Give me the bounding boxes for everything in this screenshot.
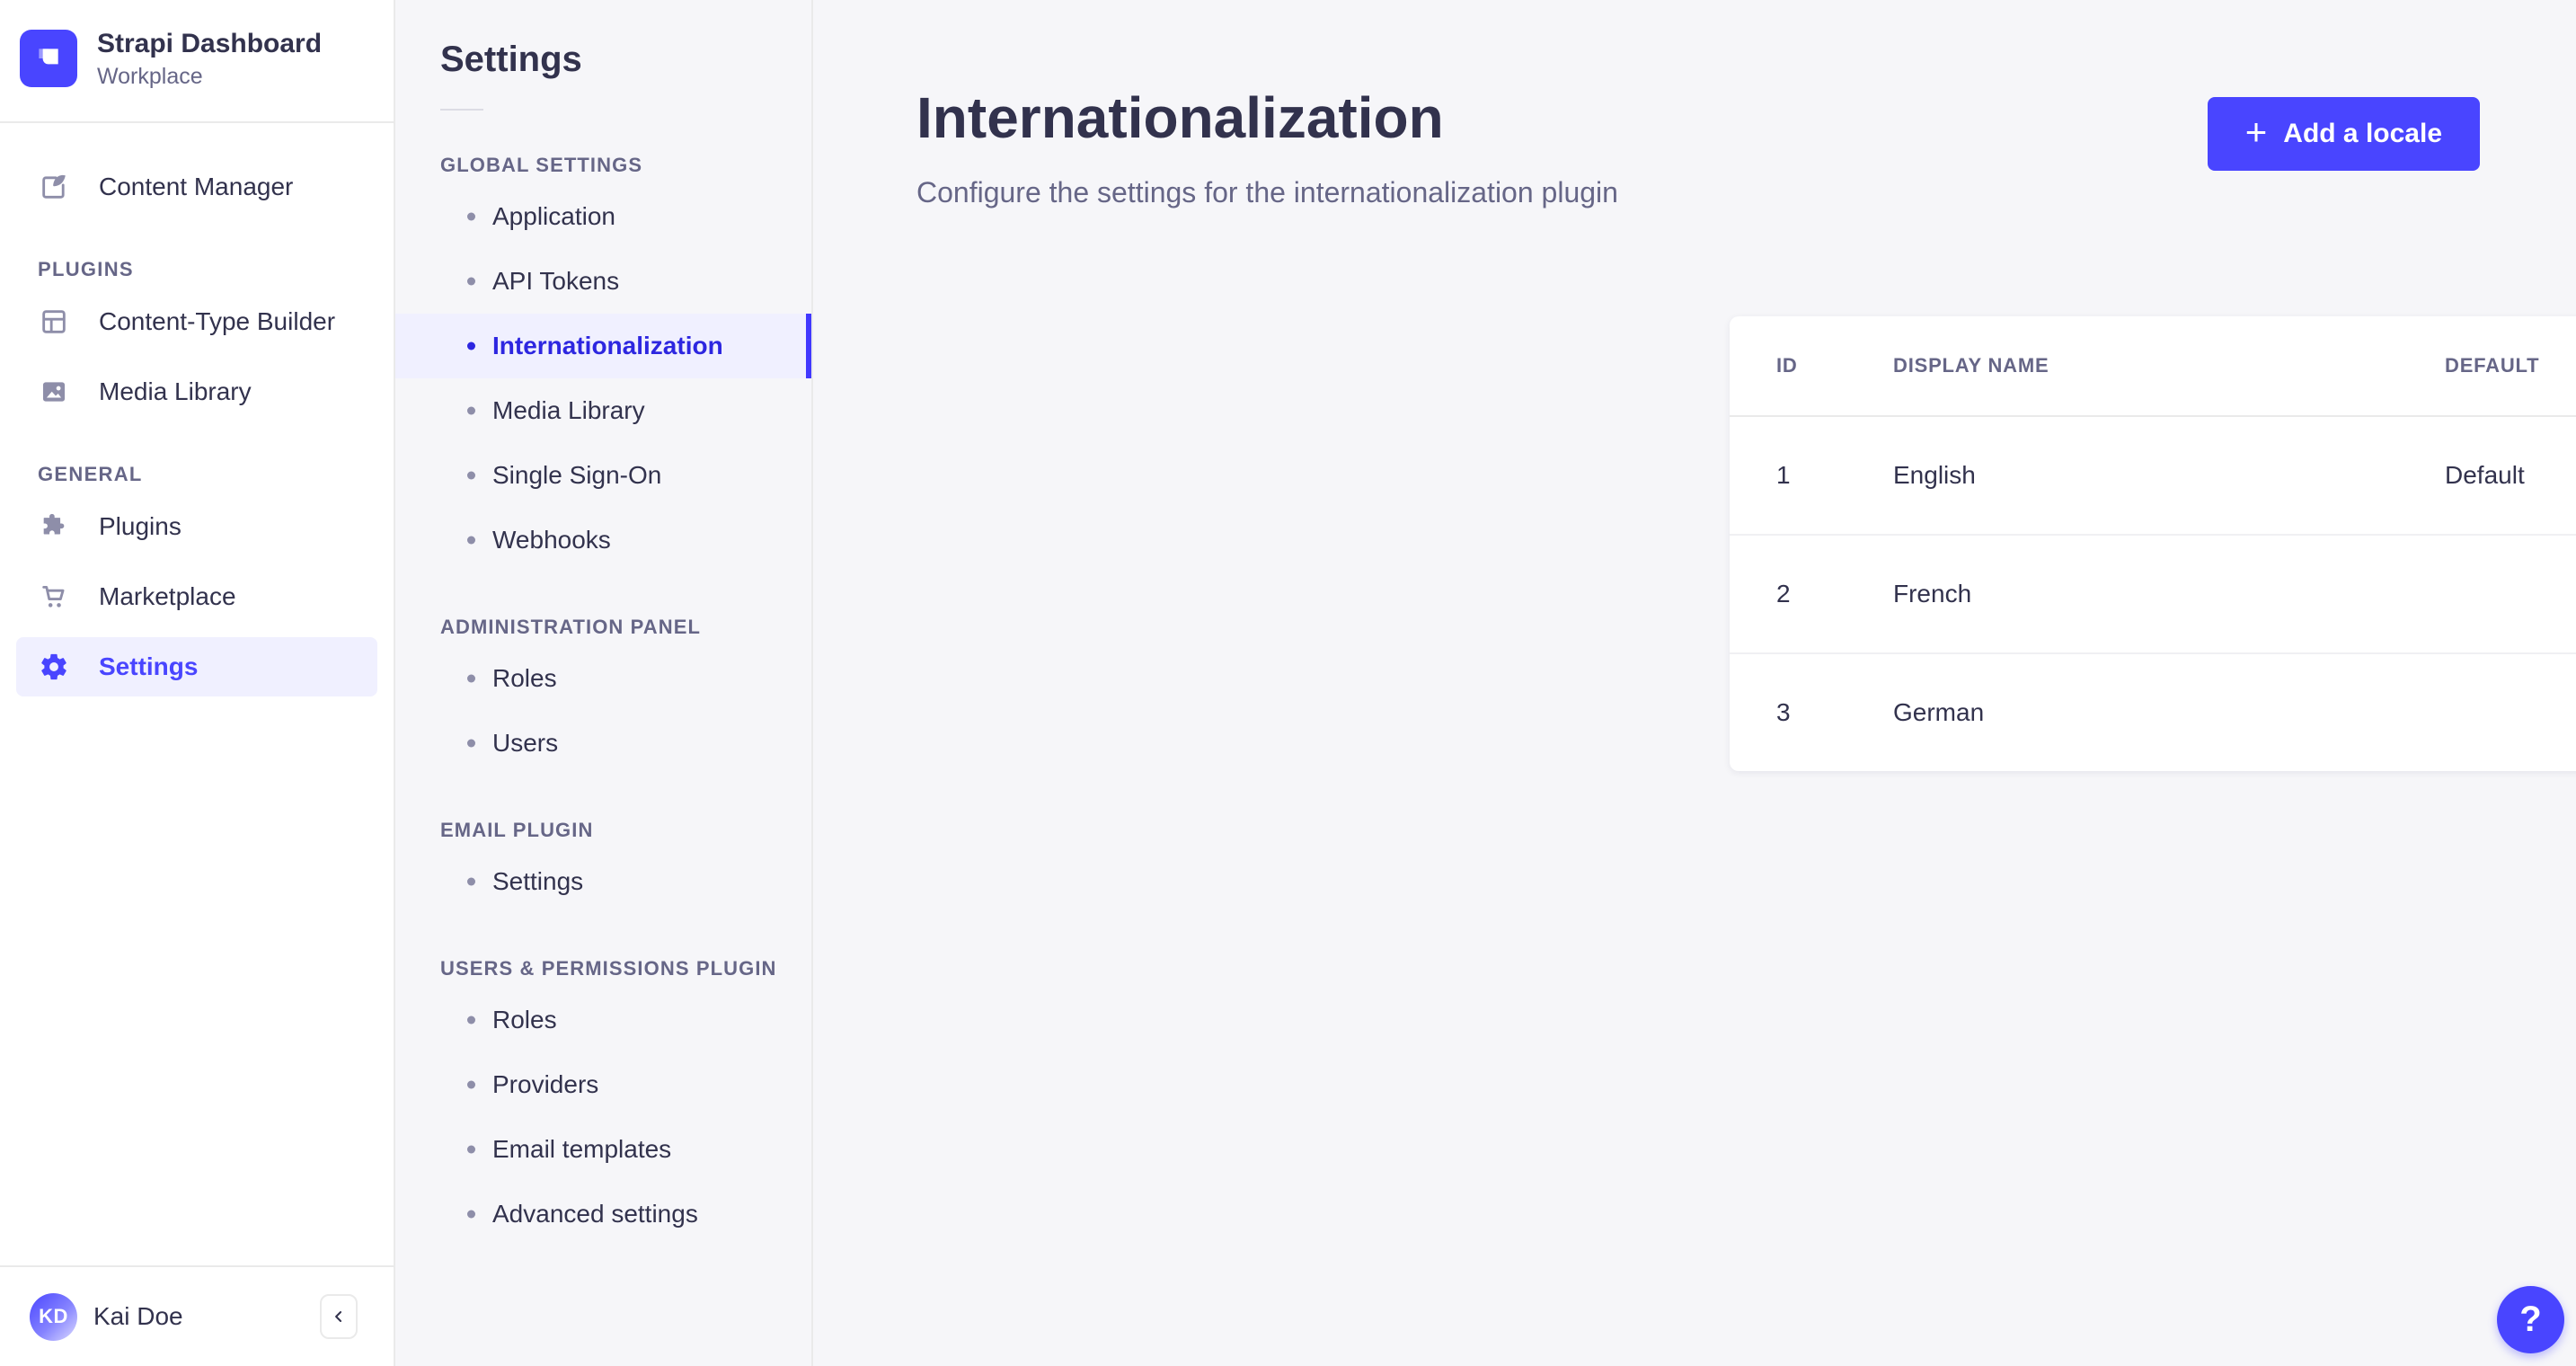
subnav-item-webhooks[interactable]: Webhooks xyxy=(395,508,811,572)
help-button[interactable]: ? xyxy=(2497,1286,2564,1353)
strapi-logo-icon xyxy=(20,30,77,88)
sidebar-item-label: Content-Type Builder xyxy=(99,306,336,335)
add-locale-button-label: Add a locale xyxy=(2283,119,2442,148)
sidebar-item-content-manager[interactable]: Content Manager xyxy=(16,157,377,217)
sidebar-item-label: Marketplace xyxy=(99,581,236,610)
workspace-switcher[interactable]: Strapi Dashboard Workplace xyxy=(0,0,394,123)
subnav-item-email-settings[interactable]: Settings xyxy=(395,849,811,914)
subnav-item-single-sign-on[interactable]: Single Sign-On xyxy=(395,443,811,508)
table-row[interactable]: 2 French xyxy=(1730,536,2576,654)
brand-workspace: Workplace xyxy=(97,63,203,89)
add-locale-button[interactable]: + Add a locale xyxy=(2207,97,2480,171)
subnav-item-internationalization[interactable]: Internationalization xyxy=(395,314,811,378)
sidebar-section-plugins: PLUGINS xyxy=(38,257,134,280)
cell-id: 3 xyxy=(1776,698,1791,726)
cell-display-name: German xyxy=(1893,698,1985,726)
subnav-item-up-providers[interactable]: Providers xyxy=(395,1052,811,1117)
subnav-item-up-email-templates[interactable]: Email templates xyxy=(395,1117,811,1182)
user-name: Kai Doe xyxy=(93,1302,183,1330)
subnav-item-admin-roles[interactable]: Roles xyxy=(395,646,811,711)
content-manager-icon xyxy=(36,169,72,205)
subnav-item-api-tokens[interactable]: API Tokens xyxy=(395,249,811,314)
subnav-item-application[interactable]: Application xyxy=(395,184,811,249)
subnav-item-up-advanced-settings[interactable]: Advanced settings xyxy=(395,1182,811,1246)
cell-display-name: English xyxy=(1893,461,1976,489)
column-header-default: DEFAULT xyxy=(2445,354,2540,377)
subnav-divider xyxy=(440,109,483,111)
user-row: KD Kai Doe xyxy=(0,1265,394,1366)
sidebar-item-label: Content Manager xyxy=(99,172,294,200)
brand-name: Strapi Dashboard xyxy=(97,29,323,58)
subnav-section-administration-panel: ADMINISTRATION PANEL xyxy=(440,616,702,638)
sidebar-item-plugins[interactable]: Plugins xyxy=(16,497,377,556)
cell-display-name: French xyxy=(1893,580,1972,608)
subnav-title: Settings xyxy=(440,40,582,79)
content-type-builder-icon xyxy=(36,304,72,340)
sidebar-item-label: Media Library xyxy=(99,377,252,405)
sidebar-nav: Content Manager PLUGINS Content-Type Bui… xyxy=(0,123,394,696)
strapi-dashboard: Strapi Dashboard Workplace Content Manag… xyxy=(0,0,2576,1366)
media-library-icon xyxy=(36,374,72,410)
subnav-section-email-plugin: EMAIL PLUGIN xyxy=(440,819,594,841)
sidebar-section-general: GENERAL xyxy=(38,462,143,485)
cell-default: Default xyxy=(2445,461,2525,489)
sidebar-item-settings[interactable]: Settings xyxy=(16,636,377,696)
page-header: Internationalization Configure the setti… xyxy=(813,0,2576,209)
table-row[interactable]: 3 German xyxy=(1730,654,2576,771)
puzzle-icon xyxy=(36,509,72,545)
subnav-item-up-roles[interactable]: Roles xyxy=(395,988,811,1052)
column-header-id: ID xyxy=(1776,354,1798,377)
cell-id: 1 xyxy=(1776,461,1791,489)
page-subtitle: Configure the settings for the internati… xyxy=(916,176,1618,209)
avatar[interactable]: KD xyxy=(30,1292,77,1341)
subnav-item-media-library[interactable]: Media Library xyxy=(395,378,811,443)
sidebar-item-content-type-builder[interactable]: Content-Type Builder xyxy=(16,292,377,351)
brand-text: Strapi Dashboard Workplace xyxy=(97,27,322,91)
plus-icon: + xyxy=(2244,111,2268,153)
collapse-sidebar-button[interactable] xyxy=(320,1294,358,1339)
main-content: Internationalization Configure the setti… xyxy=(813,0,2576,1366)
chevron-left-icon xyxy=(335,1311,342,1322)
subnav-item-admin-users[interactable]: Users xyxy=(395,711,811,776)
table-header-row: ID DISPLAY NAME DEFAULT xyxy=(1730,316,2576,417)
sidebar-item-label: Plugins xyxy=(99,511,181,540)
subnav-section-global-settings: GLOBAL SETTINGS xyxy=(440,154,643,176)
sidebar-item-media-library[interactable]: Media Library xyxy=(16,362,377,421)
subnav-section-users-permissions: USERS & PERMISSIONS PLUGIN xyxy=(440,957,777,980)
column-header-display-name: DISPLAY NAME xyxy=(1893,354,2049,377)
gear-icon xyxy=(36,649,72,685)
table-row[interactable]: 1 English Default xyxy=(1730,417,2576,536)
cart-icon xyxy=(36,579,72,615)
locales-table: ID DISPLAY NAME DEFAULT 1 English Defaul… xyxy=(1730,316,2576,771)
sidebar-item-marketplace[interactable]: Marketplace xyxy=(16,567,377,626)
cell-id: 2 xyxy=(1776,580,1791,608)
sidebar-item-label: Settings xyxy=(99,652,199,680)
main-sidebar: Strapi Dashboard Workplace Content Manag… xyxy=(0,0,395,1366)
settings-subnav: Settings GLOBAL SETTINGS Application API… xyxy=(395,0,813,1366)
